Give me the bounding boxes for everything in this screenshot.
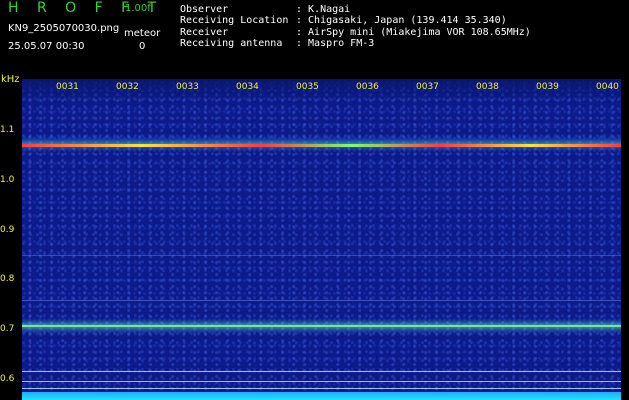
y-tick-label: 0.8 (0, 274, 15, 284)
info-key-location: Receiving Location (180, 15, 289, 26)
y-tick-label: 1.1 (0, 125, 15, 135)
x-tick-label: 0038 (476, 82, 499, 92)
info-key-receiver: Receiver (180, 27, 229, 38)
version-label: 1.00f (125, 3, 151, 14)
axis-unit-label: kHz (1, 74, 20, 85)
meteor-label: meteor (124, 28, 161, 39)
info-value-location: : Chigasaki, Japan (139.414 35.340) (296, 15, 507, 26)
header-panel: H R O F F T 1.00f KN9_2505070030.png met… (0, 0, 629, 76)
waterfall-spectrogram (22, 79, 621, 400)
file-name: KN9_2505070030.png (8, 23, 120, 34)
datetime: 25.05.07 00:30 (8, 41, 85, 52)
bottom-noise-band (22, 392, 621, 400)
y-tick-label: 0.6 (0, 374, 15, 384)
x-tick-label: 0037 (416, 82, 439, 92)
x-tick-label: 0040 (596, 82, 619, 92)
info-value-antenna: : Maspro FM-3 (296, 38, 375, 49)
x-tick-label: 0036 (356, 82, 379, 92)
y-tick-label: 0.9 (0, 225, 15, 235)
y-tick-label: 1.0 (0, 175, 15, 185)
carrier-line (22, 144, 621, 147)
x-tick-label: 0039 (536, 82, 559, 92)
top-shade (22, 79, 621, 103)
x-tick-label: 0033 (176, 82, 199, 92)
reference-line (22, 371, 621, 372)
info-key-observer: Observer (180, 4, 229, 15)
reference-line (22, 381, 621, 382)
reference-line (22, 388, 621, 389)
x-tick-label: 0034 (236, 82, 259, 92)
info-key-antenna: Receiving antenna (180, 38, 283, 49)
x-tick-label: 0032 (116, 82, 139, 92)
x-tick-label: 0031 (56, 82, 79, 92)
secondary-band-line (22, 325, 621, 327)
x-tick-label: 0035 (296, 82, 319, 92)
y-tick-label: 0.7 (0, 324, 15, 334)
info-value-receiver: : AirSpy mini (Miakejima VOR 108.65MHz) (296, 27, 531, 38)
info-value-observer: : K.Nagai (296, 4, 351, 15)
faint-trace (22, 255, 621, 256)
faint-trace (22, 300, 621, 301)
meteor-count: 0 (139, 41, 146, 52)
